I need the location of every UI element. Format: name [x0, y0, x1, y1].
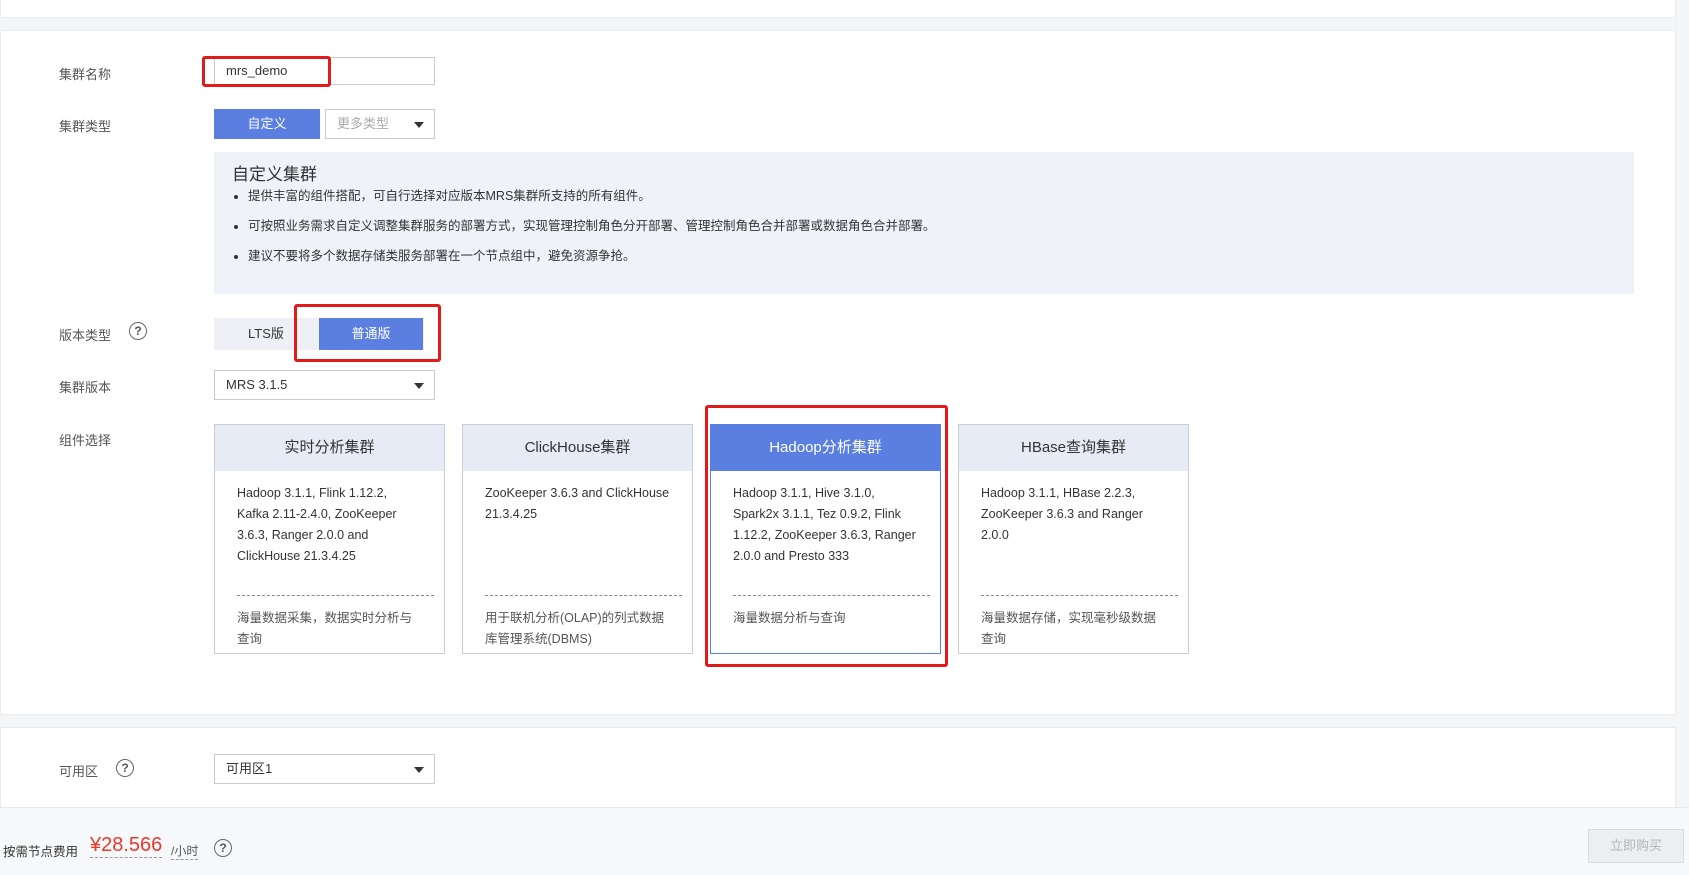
card-description: 海量数据存储，实现毫秒级数据查询 — [981, 611, 1157, 646]
cluster-version-select[interactable]: MRS 3.1.5 — [214, 370, 435, 400]
custom-type-button[interactable]: 自定义 — [214, 109, 320, 139]
help-icon[interactable]: ? — [116, 759, 134, 777]
fee-label: 按需节点费用 — [3, 845, 79, 859]
help-icon[interactable]: ? — [129, 322, 147, 340]
availability-zone-label: 可用区 — [59, 764, 99, 779]
highlight-box-hadoop-card — [705, 405, 948, 667]
more-types-placeholder: 更多类型 — [337, 116, 390, 131]
bottom-price-bar: 按需节点费用 ¥28.566 /小时 ? 立即购买 — [0, 807, 1689, 875]
description-item: 可按照业务需求自定义调整集群服务的部署方式，实现管理控制角色分开部署、管理控制角… — [248, 218, 936, 234]
custom-cluster-description: 自定义集群 提供丰富的组件搭配，可自行选择对应版本MRS集群所支持的所有组件。 … — [214, 152, 1634, 294]
version-type-label: 版本类型 — [59, 328, 112, 343]
cluster-version-label: 集群版本 — [59, 380, 112, 395]
chevron-down-icon — [414, 767, 424, 773]
cluster-type-label: 集群类型 — [59, 119, 112, 134]
chevron-down-icon — [414, 383, 424, 389]
highlight-box-cluster-name — [202, 56, 331, 87]
cluster-name-label: 集群名称 — [59, 67, 112, 82]
card-description: 用于联机分析(OLAP)的列式数据库管理系统(DBMS) — [485, 611, 665, 646]
fee-price[interactable]: ¥28.566 — [90, 834, 163, 858]
highlight-box-version-type — [294, 304, 441, 362]
availability-zone-value: 可用区1 — [226, 761, 273, 776]
component-card-realtime[interactable]: 实时分析集群 Hadoop 3.1.1, Flink 1.12.2, Kafka… — [214, 424, 445, 654]
description-title: 自定义集群 — [232, 165, 317, 184]
help-icon[interactable]: ? — [214, 839, 232, 857]
card-components: Hadoop 3.1.1, HBase 2.2.3, ZooKeeper 3.6… — [981, 486, 1143, 542]
card-description: 海量数据采集，数据实时分析与查询 — [237, 611, 413, 646]
card-title: HBase查询集群 — [959, 425, 1188, 471]
components-label: 组件选择 — [59, 433, 112, 448]
fee-unit: /小时 — [171, 844, 199, 860]
description-item: 建议不要将多个数据存储类服务部署在一个节点组中，避免资源争抢。 — [248, 248, 936, 264]
availability-zone-select[interactable]: 可用区1 — [214, 754, 435, 784]
component-card-hbase[interactable]: HBase查询集群 Hadoop 3.1.1, HBase 2.2.3, Zoo… — [958, 424, 1189, 654]
card-title: 实时分析集群 — [215, 425, 444, 471]
description-list: 提供丰富的组件搭配，可自行选择对应版本MRS集群所支持的所有组件。 可按照业务需… — [230, 188, 936, 278]
cluster-version-value: MRS 3.1.5 — [226, 377, 288, 392]
card-components: Hadoop 3.1.1, Flink 1.12.2, Kafka 2.11-2… — [237, 486, 397, 563]
description-item: 提供丰富的组件搭配，可自行选择对应版本MRS集群所支持的所有组件。 — [248, 188, 936, 204]
card-components: ZooKeeper 3.6.3 and ClickHouse 21.3.4.25 — [485, 486, 670, 521]
top-panel — [0, 0, 1676, 18]
buy-now-button[interactable]: 立即购买 — [1588, 829, 1684, 863]
component-card-clickhouse[interactable]: ClickHouse集群 ZooKeeper 3.6.3 and ClickHo… — [462, 424, 693, 654]
chevron-down-icon — [414, 122, 424, 128]
more-types-select[interactable]: 更多类型 — [325, 109, 435, 139]
card-title: ClickHouse集群 — [463, 425, 692, 471]
